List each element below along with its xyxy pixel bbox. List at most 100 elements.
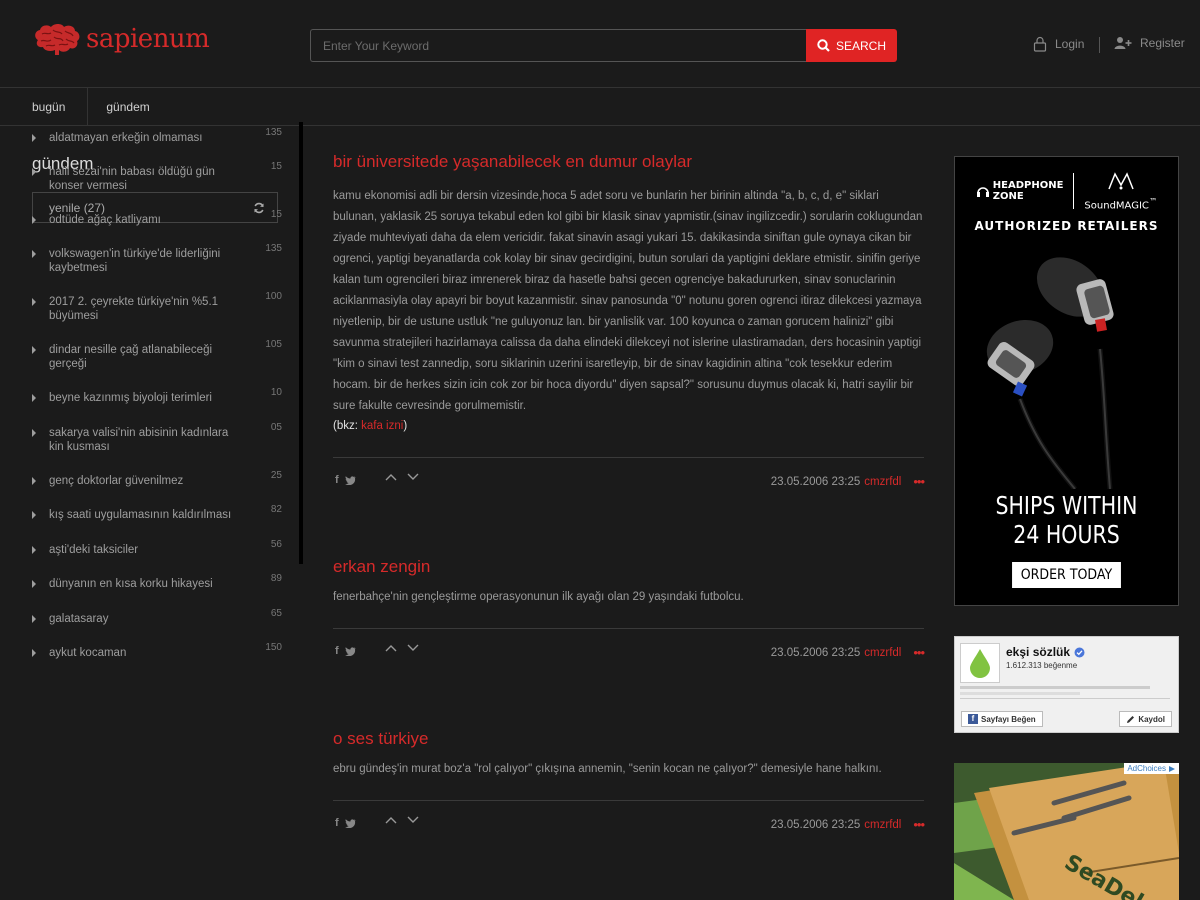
entry-author[interactable]: cmzrfdl — [864, 819, 901, 831]
search-button[interactable]: SEARCH — [806, 29, 897, 62]
caret-right-icon — [32, 649, 36, 657]
soundmagic-logo: SoundMAGIC™ — [1084, 171, 1157, 211]
fb-preview — [960, 686, 1170, 699]
add-user-icon — [1114, 37, 1132, 49]
caret-right-icon — [32, 346, 36, 354]
tab-gundem[interactable]: gündem — [88, 88, 167, 125]
caret-right-icon — [32, 394, 36, 402]
seadek-ad[interactable]: SeaDek AdChoices — [954, 763, 1179, 900]
upvote-icon[interactable] — [385, 816, 397, 824]
fb-follow-button[interactable]: Kaydol — [1119, 711, 1172, 727]
soundmagic-text: SoundMAGIC — [1084, 200, 1149, 212]
search-icon — [817, 39, 830, 52]
topic-count: 10 — [270, 387, 282, 398]
fb-like-label: Sayfayı Beğen — [981, 714, 1036, 724]
downvote-icon[interactable] — [407, 816, 419, 824]
entry-title[interactable]: o ses türkiye — [333, 729, 924, 749]
caret-right-icon — [32, 250, 36, 258]
auth-divider — [1099, 37, 1100, 53]
logo[interactable]: sapienum — [32, 22, 210, 56]
more-options-icon[interactable]: ••• — [913, 645, 925, 660]
ad-shipping-text: SHIPS WITHIN 24 HOURS — [975, 491, 1158, 549]
register-link[interactable]: Register — [1114, 36, 1185, 50]
entry-footer: f 23.05.2006 23:25 cmzrfdl ••• — [333, 457, 925, 497]
ad-retailers: AUTHORIZED RETAILERS — [974, 219, 1159, 233]
twitter-icon[interactable] — [344, 646, 356, 656]
fb-preview-line — [960, 692, 1080, 695]
topic-label: kış saati uygulamasının kaldırılması — [49, 509, 232, 521]
headphone-zone-logo: HEADPHONE ZONE — [976, 180, 1063, 202]
facebook-widget: ekşi sözlük 1.612.313 beğenme f Sayfayı … — [954, 636, 1179, 733]
seadek-image: SeaDek — [954, 763, 1179, 900]
search-button-label: SEARCH — [835, 38, 886, 53]
bkz-link[interactable]: kafa izni — [361, 420, 403, 432]
bkz-suffix: ) — [403, 420, 408, 432]
caret-right-icon — [32, 168, 36, 176]
facebook-icon[interactable]: f — [335, 645, 339, 657]
adchoices-label: AdChoices — [1127, 764, 1166, 773]
upvote-icon[interactable] — [385, 644, 397, 652]
ad-brand-row: HEADPHONE ZONE SoundMAGIC™ — [955, 171, 1178, 211]
headphone-icon — [976, 187, 989, 198]
more-options-icon[interactable]: ••• — [913, 474, 925, 489]
verified-icon — [1074, 647, 1085, 657]
caret-right-icon — [32, 615, 36, 623]
topic-label: dünyanın en kısa korku hikayesi — [49, 578, 213, 590]
topic-count: 135 — [265, 243, 282, 254]
tm-mark: ™ — [1148, 196, 1158, 206]
order-today-button[interactable]: ORDER TODAY — [1012, 562, 1121, 588]
entry-meta: 23.05.2006 23:25 cmzrfdl ••• — [771, 817, 925, 832]
entry-date[interactable]: 23.05.2006 23:25 — [771, 476, 861, 488]
fb-page-name[interactable]: ekşi sözlük — [1006, 645, 1085, 659]
topic-count: 100 — [265, 291, 282, 302]
fb-page-name-text: ekşi sözlük — [1006, 645, 1071, 659]
adchoices-badge[interactable]: AdChoices — [1124, 763, 1179, 774]
entry-footer: f 23.05.2006 23:25 cmzrfdl ••• — [333, 800, 925, 840]
caret-right-icon — [32, 511, 36, 519]
entry-author[interactable]: cmzrfdl — [864, 647, 901, 659]
entry-footer: f 23.05.2006 23:25 cmzrfdl ••• — [333, 628, 925, 668]
entry-title[interactable]: bir üniversitede yaşanabilecek en dumur … — [333, 152, 924, 172]
twitter-icon[interactable] — [344, 475, 356, 485]
entry-reference: (bkz: kafa izni) — [333, 420, 924, 432]
entry-meta: 23.05.2006 23:25 cmzrfdl ••• — [771, 645, 925, 660]
entry-title[interactable]: erkan zengin — [333, 557, 924, 577]
share-buttons: f — [335, 474, 356, 486]
search-input[interactable] — [310, 29, 806, 62]
twitter-icon[interactable] — [344, 818, 356, 828]
topic-label: aldatmayan erkeğin olmaması — [49, 132, 203, 144]
brain-icon — [35, 24, 80, 55]
topic-label: 2017 2. çeyrekte türkiye'nin %5.1 büyüme… — [49, 296, 219, 322]
topic-label: genç doktorlar güvenilmez — [49, 475, 184, 487]
facebook-icon[interactable]: f — [335, 474, 339, 486]
tab-bugun[interactable]: bugün — [0, 88, 89, 125]
register-label: Register — [1140, 36, 1185, 50]
topic-label: aykut kocaman — [49, 647, 127, 659]
entry-meta: 23.05.2006 23:25 cmzrfdl ••• — [771, 474, 925, 489]
topic-label: beyne kazınmış biyoloji terimleri — [49, 392, 212, 404]
facebook-icon: f — [968, 714, 978, 724]
headphone-ad[interactable]: HEADPHONE ZONE SoundMAGIC™ AUTHORIZED RET… — [954, 156, 1179, 606]
downvote-icon[interactable] — [407, 644, 419, 652]
fb-preview-line — [960, 686, 1150, 689]
facebook-icon[interactable]: f — [335, 817, 339, 829]
entry-body: fenerbahçe'nin gençleştirme operasyonunu… — [333, 591, 744, 603]
adchoices-icon — [1169, 765, 1175, 772]
topic-count: 15 — [270, 161, 282, 172]
caret-right-icon — [32, 477, 36, 485]
brand-divider — [1073, 173, 1075, 210]
fb-like-button[interactable]: f Sayfayı Beğen — [961, 711, 1043, 727]
entry-author[interactable]: cmzrfdl — [864, 476, 901, 488]
fb-like-count: 1.612.313 beğenme — [1006, 661, 1078, 670]
upvote-icon[interactable] — [385, 473, 397, 481]
topic-count: 65 — [270, 608, 282, 619]
sidebar-scrollbar[interactable] — [299, 122, 303, 564]
more-options-icon[interactable]: ••• — [913, 817, 925, 832]
topic-count: 135 — [265, 127, 282, 138]
entry-date[interactable]: 23.05.2006 23:25 — [771, 647, 861, 659]
downvote-icon[interactable] — [407, 473, 419, 481]
entry-date[interactable]: 23.05.2006 23:25 — [771, 819, 861, 831]
login-link[interactable]: Login — [1033, 36, 1084, 52]
caret-right-icon — [32, 580, 36, 588]
eksi-logo[interactable] — [960, 643, 1000, 683]
